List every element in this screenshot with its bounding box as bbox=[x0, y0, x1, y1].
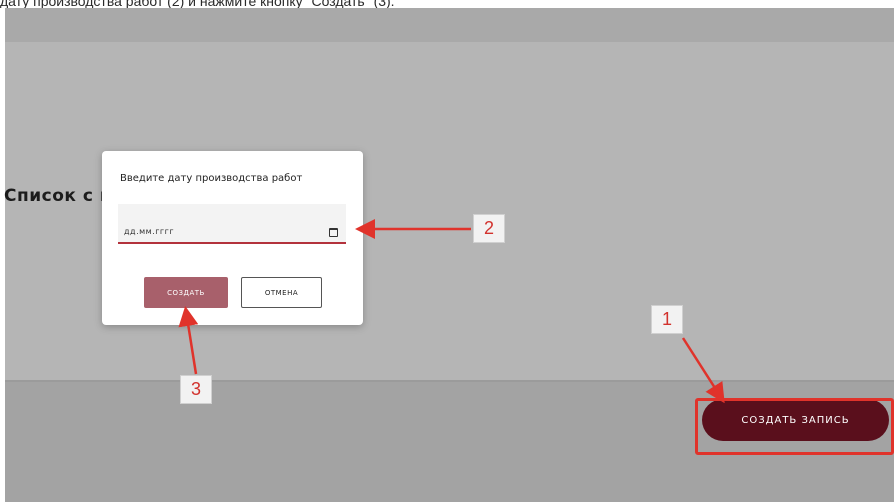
top-bar bbox=[5, 8, 894, 42]
callout-2: 2 bbox=[473, 214, 505, 243]
highlight-box bbox=[695, 398, 894, 455]
date-input[interactable]: дд.мм.гггг bbox=[118, 204, 346, 244]
calendar-icon[interactable] bbox=[329, 228, 338, 237]
dialog-title: Введите дату производства работ bbox=[120, 173, 303, 184]
callout-1: 1 bbox=[651, 305, 683, 334]
date-placeholder: дд.мм.гггг bbox=[124, 227, 175, 236]
cancel-button[interactable]: ОТМЕНА bbox=[241, 277, 322, 308]
create-button[interactable]: СОЗДАТЬ bbox=[144, 277, 228, 308]
instruction-caption: дату производства работ (2) и нажмите кн… bbox=[0, 0, 395, 8]
callout-3: 3 bbox=[180, 375, 212, 404]
date-dialog: Введите дату производства работ дд.мм.гг… bbox=[102, 151, 363, 325]
